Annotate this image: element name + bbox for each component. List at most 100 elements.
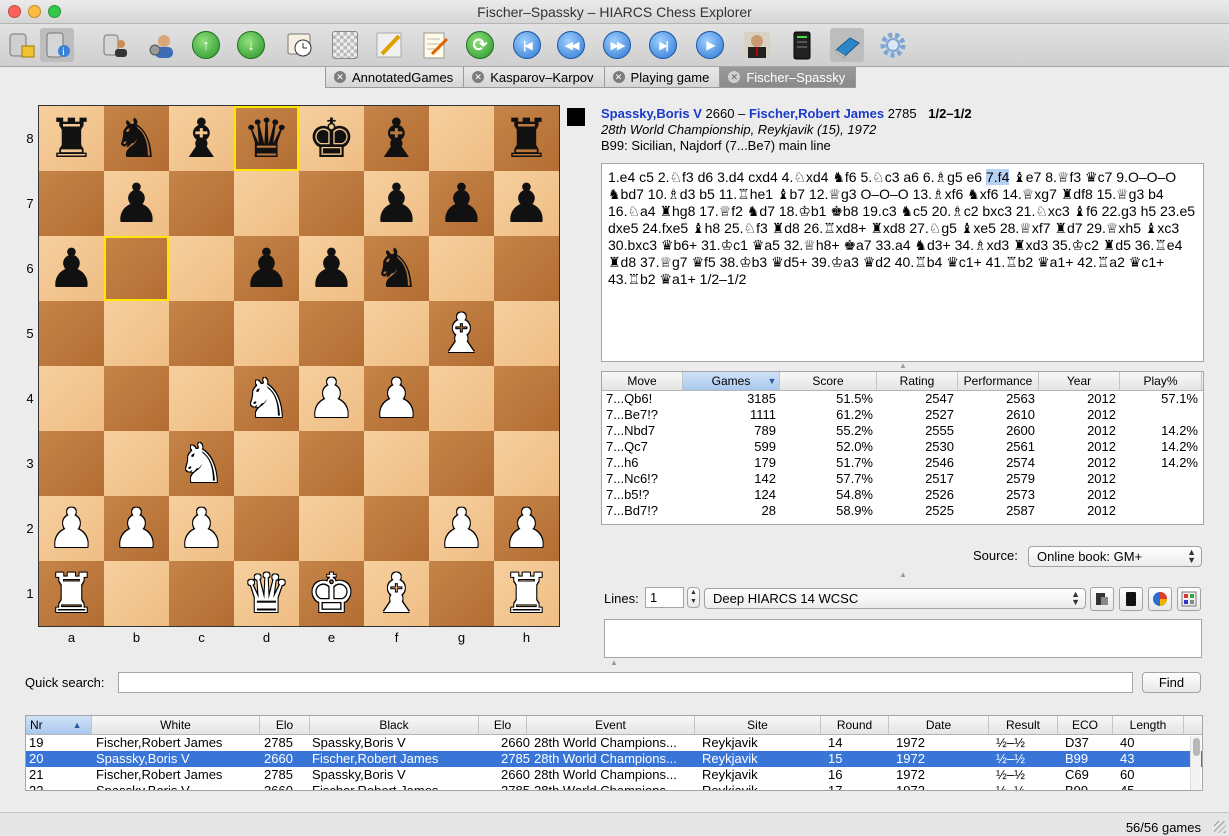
square-e1[interactable]: ♚ bbox=[299, 561, 364, 626]
square-c7[interactable] bbox=[169, 171, 234, 236]
col-black-elo[interactable]: Elo bbox=[479, 716, 527, 734]
square-a7[interactable] bbox=[39, 171, 104, 236]
clock-icon[interactable] bbox=[283, 28, 317, 62]
black-rook-icon[interactable]: ♜ bbox=[47, 111, 95, 166]
black-pawn-icon[interactable]: ♟ bbox=[242, 241, 290, 296]
square-a4[interactable] bbox=[39, 366, 104, 431]
square-c6[interactable] bbox=[169, 236, 234, 301]
square-g4[interactable] bbox=[429, 366, 494, 431]
go-forward-icon[interactable]: ▶▶ bbox=[600, 28, 634, 62]
square-d5[interactable] bbox=[234, 301, 299, 366]
white-pawn-icon[interactable]: ♟ bbox=[502, 501, 550, 556]
white-pawn-icon[interactable]: ♟ bbox=[372, 371, 420, 426]
square-b3[interactable] bbox=[104, 431, 169, 496]
square-c2[interactable]: ♟ bbox=[169, 496, 234, 561]
white-queen-icon[interactable]: ♛ bbox=[242, 566, 290, 621]
square-a3[interactable] bbox=[39, 431, 104, 496]
square-f4[interactable]: ♟ bbox=[364, 366, 429, 431]
white-player-link[interactable]: Spassky,Boris V bbox=[601, 106, 702, 121]
resize-grip[interactable] bbox=[1214, 821, 1226, 833]
square-b5[interactable] bbox=[104, 301, 169, 366]
col-play-pct[interactable]: Play% bbox=[1120, 372, 1202, 390]
square-h6[interactable] bbox=[494, 236, 559, 301]
square-e2[interactable] bbox=[299, 496, 364, 561]
square-b6[interactable] bbox=[104, 236, 169, 301]
square-g5[interactable]: ♝ bbox=[429, 301, 494, 366]
black-player-link[interactable]: Fischer,Robert James bbox=[749, 106, 884, 121]
game-row[interactable]: 22 Spassky,Boris V 2660 Fischer,Robert Jame… bbox=[26, 783, 1202, 790]
engine-player-icon[interactable] bbox=[740, 28, 774, 62]
square-f2[interactable] bbox=[364, 496, 429, 561]
opening-book-table[interactable]: Move Games ▼ Score Rating Performance Yea… bbox=[601, 371, 1204, 525]
square-b8[interactable]: ♞ bbox=[104, 106, 169, 171]
square-a6[interactable]: ♟ bbox=[39, 236, 104, 301]
book-row[interactable]: 7...Nbd7 789 55.2% 2555 2600 2012 14.2% bbox=[602, 423, 1203, 439]
engine-add-icon[interactable] bbox=[1090, 587, 1114, 611]
square-c4[interactable] bbox=[169, 366, 234, 431]
col-result[interactable]: Result bbox=[989, 716, 1058, 734]
notation-text-before[interactable]: 1.e4 c5 2.♘f3 d6 3.d4 cxd4 4.♘xd4 ♞f6 5.… bbox=[608, 169, 986, 185]
book-icon[interactable] bbox=[830, 28, 864, 62]
pencil-icon[interactable] bbox=[372, 28, 406, 62]
square-h7[interactable]: ♟ bbox=[494, 171, 559, 236]
square-d8[interactable]: ♛ bbox=[234, 106, 299, 171]
square-c1[interactable] bbox=[169, 561, 234, 626]
square-d2[interactable] bbox=[234, 496, 299, 561]
col-eco[interactable]: ECO bbox=[1058, 716, 1113, 734]
square-h3[interactable] bbox=[494, 431, 559, 496]
square-d7[interactable] bbox=[234, 171, 299, 236]
black-pawn-icon[interactable]: ♟ bbox=[372, 176, 420, 231]
square-a1[interactable]: ♜ bbox=[39, 561, 104, 626]
notation-text-after[interactable]: ♝e7 8.♕f3 ♛c7 9.O–O–O ♞bd7 10.♗d3 b5 11.… bbox=[608, 169, 1195, 287]
tab-annotated-games[interactable]: ✕ AnnotatedGames bbox=[325, 67, 465, 88]
scrollbar-thumb[interactable] bbox=[1193, 738, 1200, 756]
black-pawn-icon[interactable]: ♟ bbox=[307, 241, 355, 296]
book-row[interactable]: 7...Qc7 599 52.0% 2530 2561 2012 14.2% bbox=[602, 439, 1203, 455]
white-pawn-icon[interactable]: ♟ bbox=[177, 501, 225, 556]
source-select[interactable]: Online book: GM+ ▲ ▼ bbox=[1028, 546, 1202, 567]
white-pawn-icon[interactable]: ♟ bbox=[47, 501, 95, 556]
close-tab-icon[interactable]: ✕ bbox=[728, 71, 741, 83]
move-notation-panel[interactable]: 1.e4 c5 2.♘f3 d6 3.d4 cxd4 4.♘xd4 ♞f6 5.… bbox=[601, 163, 1204, 362]
splitter-handle[interactable]: ▲ bbox=[899, 362, 907, 370]
lines-stepper[interactable]: ▲ ▼ bbox=[687, 587, 700, 608]
annotate-icon[interactable] bbox=[418, 28, 452, 62]
black-queen-icon[interactable]: ♛ bbox=[242, 111, 290, 166]
col-games[interactable]: Games ▼ bbox=[683, 372, 780, 390]
board-setup-icon[interactable] bbox=[328, 28, 362, 62]
square-e7[interactable] bbox=[299, 171, 364, 236]
go-start-icon[interactable]: |◀ bbox=[510, 28, 544, 62]
black-bishop-icon[interactable]: ♝ bbox=[177, 111, 225, 166]
square-e8[interactable]: ♚ bbox=[299, 106, 364, 171]
close-tab-icon[interactable]: ✕ bbox=[612, 71, 625, 83]
move-up-icon[interactable]: ↑ bbox=[189, 28, 223, 62]
col-date[interactable]: Date bbox=[889, 716, 989, 734]
book-row[interactable]: 7...Nc6!? 142 57.7% 2517 2579 2012 bbox=[602, 471, 1203, 487]
square-g8[interactable] bbox=[429, 106, 494, 171]
square-f3[interactable] bbox=[364, 431, 429, 496]
col-year[interactable]: Year bbox=[1039, 372, 1120, 390]
square-f5[interactable] bbox=[364, 301, 429, 366]
go-end-icon[interactable]: ▶| bbox=[646, 28, 680, 62]
square-b7[interactable]: ♟ bbox=[104, 171, 169, 236]
white-pawn-icon[interactable]: ♟ bbox=[307, 371, 355, 426]
square-h8[interactable]: ♜ bbox=[494, 106, 559, 171]
square-c5[interactable] bbox=[169, 301, 234, 366]
database-open-icon[interactable] bbox=[4, 28, 38, 62]
white-bishop-icon[interactable]: ♝ bbox=[372, 566, 420, 621]
server-icon[interactable] bbox=[785, 28, 819, 62]
white-knight-icon[interactable]: ♞ bbox=[242, 371, 290, 426]
user-account-icon[interactable] bbox=[145, 28, 179, 62]
close-tab-icon[interactable]: ✕ bbox=[472, 71, 485, 83]
game-row[interactable]: 21 Fischer,Robert James 2785 Spassky,Boris … bbox=[26, 767, 1202, 783]
close-tab-icon[interactable]: ✕ bbox=[334, 71, 346, 83]
square-f7[interactable]: ♟ bbox=[364, 171, 429, 236]
square-g3[interactable] bbox=[429, 431, 494, 496]
play-icon[interactable]: ▶ bbox=[693, 28, 727, 62]
square-e5[interactable] bbox=[299, 301, 364, 366]
white-knight-icon[interactable]: ♞ bbox=[177, 436, 225, 491]
col-move[interactable]: Move bbox=[602, 372, 683, 390]
games-scrollbar[interactable] bbox=[1190, 736, 1201, 790]
refresh-icon[interactable]: ⟳ bbox=[463, 28, 497, 62]
col-nr[interactable]: Nr ▲ bbox=[26, 716, 92, 734]
